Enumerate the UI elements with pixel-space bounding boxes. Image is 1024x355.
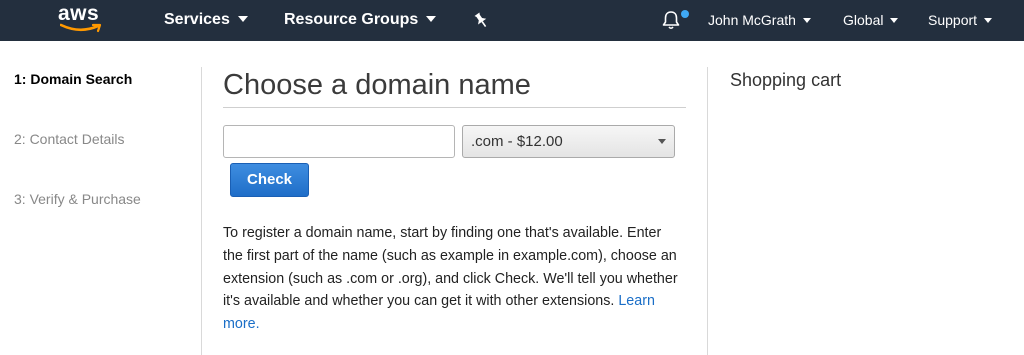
top-nav-bar: aws Services Resource Groups John McGrat… <box>0 0 1024 41</box>
tld-select[interactable]: .com - $12.00 <box>462 125 675 158</box>
support-menu[interactable]: Support <box>928 0 993 41</box>
bell-icon[interactable] <box>660 9 682 31</box>
domain-name-input[interactable] <box>223 125 455 158</box>
aws-smile-icon <box>60 23 102 33</box>
chevron-down-icon <box>890 17 899 23</box>
step-contact-details: 2: Contact Details <box>14 131 125 147</box>
notification-dot <box>681 10 689 18</box>
wizard-steps: 1: Domain Search 2: Contact Details 3: V… <box>0 41 200 355</box>
support-label: Support <box>928 12 978 28</box>
resource-groups-menu[interactable]: Resource Groups <box>284 0 437 41</box>
right-divider <box>707 67 708 355</box>
services-menu[interactable]: Services <box>164 0 248 41</box>
step-domain-search[interactable]: 1: Domain Search <box>14 71 132 87</box>
left-divider <box>201 67 202 355</box>
account-name: John McGrath <box>708 12 796 28</box>
step-verify-purchase: 3: Verify & Purchase <box>14 191 141 207</box>
chevron-down-icon <box>658 139 666 144</box>
resource-groups-label: Resource Groups <box>284 11 419 28</box>
page-title: Choose a domain name <box>223 69 531 101</box>
title-divider <box>223 107 686 108</box>
pin-icon[interactable] <box>472 11 490 29</box>
description-text: To register a domain name, start by find… <box>223 222 683 336</box>
services-label: Services <box>164 11 230 28</box>
aws-logo[interactable]: aws <box>58 2 110 36</box>
account-menu[interactable]: John McGrath <box>708 0 811 41</box>
shopping-cart-title: Shopping cart <box>730 70 842 90</box>
region-label: Global <box>843 12 884 28</box>
check-button[interactable]: Check <box>230 163 309 197</box>
chevron-down-icon <box>802 17 811 23</box>
description-body: To register a domain name, start by find… <box>223 225 678 310</box>
chevron-down-icon <box>984 17 993 23</box>
chevron-down-icon <box>237 15 248 22</box>
region-menu[interactable]: Global <box>843 0 899 41</box>
tld-selected-value: .com - $12.00 <box>471 133 563 150</box>
chevron-down-icon <box>426 15 437 22</box>
